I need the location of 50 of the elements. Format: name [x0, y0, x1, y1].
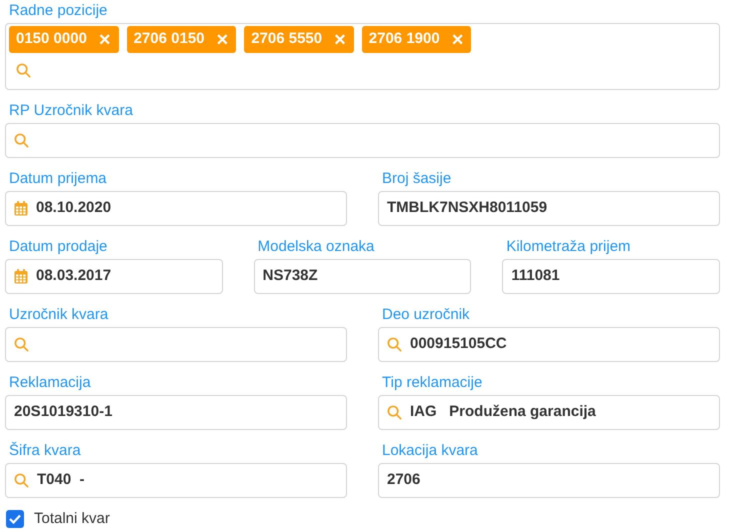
field-label: RP Uzročnik kvara [8, 101, 134, 121]
input-field[interactable]: NS738Z [254, 259, 472, 294]
input-field[interactable]: 2706 [378, 463, 720, 498]
field-label: Uzročnik kvara [8, 305, 110, 325]
field-value: 2706 [387, 470, 420, 490]
input-field[interactable]: T040 - [5, 463, 347, 498]
calendar-icon [14, 269, 28, 284]
input-field[interactable] [5, 327, 347, 362]
input-field[interactable]: 08.03.2017 [5, 259, 223, 294]
checkbox[interactable] [6, 510, 24, 528]
field-label: Reklamacija [8, 373, 92, 393]
search-icon [16, 62, 31, 78]
field-label: Datum prodaje [8, 237, 108, 257]
search-icon [387, 405, 402, 420]
input-field[interactable]: TMBLK7NSXH8011059 [378, 191, 720, 226]
field-value: 08.03.2017 [36, 266, 112, 286]
field-value: 111081 [511, 266, 560, 286]
field-label: Tip reklamacije [381, 373, 484, 393]
search-icon [14, 473, 29, 488]
field-label: Šifra kvara [8, 441, 82, 461]
tag-text: 2706 0150 [134, 29, 204, 50]
tag-text: 0150 0000 [16, 29, 87, 50]
input-field[interactable]: IAG Produžena garancija [378, 395, 720, 430]
field-value: 08.10.2020 [36, 198, 112, 218]
input-field[interactable]: 20S1019310-1 [5, 395, 347, 430]
field-value: IAG Produžena garancija [410, 402, 596, 422]
field-label: Datum prijema [8, 169, 108, 189]
checkmark-icon [9, 514, 21, 524]
search-icon [387, 337, 402, 352]
input-field[interactable]: 08.10.2020 [5, 191, 347, 226]
field-label: Deo uzročnik [381, 305, 471, 325]
tag-text: 2706 1900 [368, 29, 440, 50]
field-label: Modelska oznaka [256, 237, 376, 257]
field-value: T040 - [37, 470, 85, 490]
input-field[interactable]: 111081 [502, 259, 720, 294]
search-icon [14, 337, 29, 352]
calendar-icon [14, 201, 28, 216]
input-field[interactable] [5, 123, 720, 158]
search-icon [14, 133, 29, 148]
checkbox-label: Totalni kvar [34, 509, 110, 529]
field-value: 20S1019310-1 [14, 402, 112, 422]
field-value: 000915105CC [410, 334, 507, 354]
field-value: TMBLK7NSXH8011059 [387, 198, 548, 218]
tag-text: 2706 5550 [251, 29, 322, 50]
field-value: NS738Z [262, 266, 318, 286]
input-field[interactable]: 000915105CC [378, 327, 720, 362]
field-label: Lokacija kvara [381, 441, 479, 461]
field-label: Kilometraža prijem [505, 237, 632, 257]
field-label: Broj šasije [381, 169, 452, 189]
field-label: Radne pozicije [8, 1, 108, 21]
